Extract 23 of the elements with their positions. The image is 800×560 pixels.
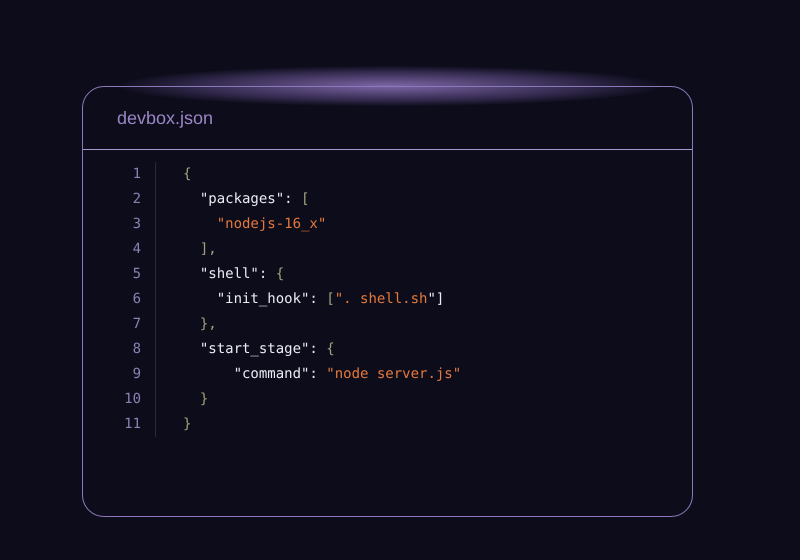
code-line: "init_hook": [". shell.sh"] — [216, 291, 444, 307]
line-number: 1 — [132, 165, 141, 184]
code-line: } — [183, 416, 192, 432]
code-line: "command": "node server.js" — [232, 366, 462, 382]
line-number: 6 — [132, 290, 141, 309]
file-title: devbox.json — [117, 108, 214, 128]
line-number: 3 — [132, 215, 141, 234]
line-number: 10 — [123, 390, 141, 409]
line-number: 2 — [132, 190, 141, 209]
line-number: 7 — [132, 315, 141, 334]
code-line: "shell": { — [198, 266, 284, 282]
code-line: "packages": [ — [198, 191, 310, 207]
line-number: 5 — [132, 265, 141, 284]
line-number: 11 — [123, 415, 141, 434]
code-line: }, — [198, 316, 217, 332]
line-number: 4 — [132, 240, 141, 259]
code-line: { — [183, 166, 192, 182]
code-line: "start_stage": { — [198, 341, 335, 357]
code-line: } — [198, 391, 208, 407]
line-number: 9 — [132, 365, 141, 384]
code-line: ], — [198, 241, 217, 257]
code-line: "nodejs-16_x" — [216, 216, 326, 232]
line-number: 8 — [132, 340, 141, 359]
